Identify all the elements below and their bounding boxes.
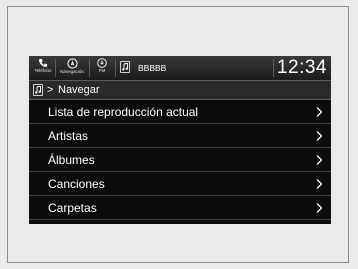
menu-item-label: Lista de reproducción actual [48,105,199,119]
menu-item-artists[interactable]: Artistas [29,124,331,148]
status-bar: Teléfono Navegación FM BBBBB 12:34 [29,56,331,81]
menu-item-folders[interactable]: Carpetas [29,196,331,220]
menu-item-label: Álbumes [48,153,95,167]
menu-item-label: Artistas [48,129,89,143]
breadcrumb[interactable]: > Navegar [29,81,331,100]
menu-item-albums[interactable]: Álbumes [29,148,331,172]
divider [115,59,116,77]
music-note-icon [35,86,41,94]
divider [55,59,56,77]
chevron-right-icon [316,179,323,189]
phone-icon [39,59,47,67]
divider [89,59,90,77]
source-name: BBBBB [138,63,167,73]
chevron-right-icon [316,155,323,165]
menu-list: Lista de reproducción actual Artistas Ál… [29,100,331,220]
source-icon-box [33,84,43,96]
menu-item-current-playlist[interactable]: Lista de reproducción actual [29,100,331,124]
clock: 12:34 [276,57,327,78]
chevron-right-icon [316,107,323,117]
audio-display-screen: Teléfono Navegación FM BBBBB 12:34 > Nav… [29,56,331,224]
navigation-button[interactable]: Navegación [57,56,87,80]
fm-button[interactable]: FM [92,56,112,80]
menu-item-label: Canciones [48,177,105,191]
phone-label: Teléfono [34,68,52,73]
breadcrumb-separator: > [47,84,54,96]
chevron-right-icon [316,203,323,213]
navigation-icon [66,58,78,69]
fm-label: FM [98,68,106,73]
source-indicator [120,61,130,73]
menu-item-label: Carpetas [48,201,97,215]
chevron-right-icon [316,131,323,141]
breadcrumb-label: Navegar [58,84,100,96]
navigation-label: Navegación [60,69,84,74]
music-note-icon [122,63,128,71]
divider [273,59,274,77]
phone-button[interactable]: Teléfono [32,56,54,80]
radio-icon [97,58,107,68]
menu-item-songs[interactable]: Canciones [29,172,331,196]
